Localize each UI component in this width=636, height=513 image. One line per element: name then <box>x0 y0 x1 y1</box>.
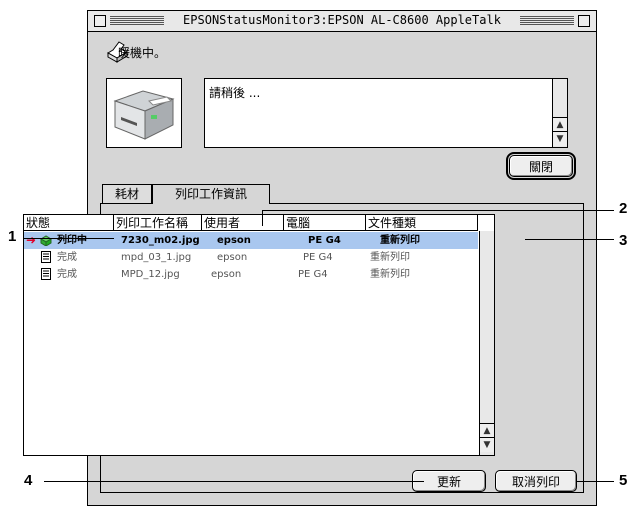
callout-4: 4 <box>24 472 33 489</box>
tab-supplies[interactable]: 耗材 <box>102 184 152 203</box>
callout-3: 3 <box>619 232 628 249</box>
zoom-box-icon[interactable] <box>578 15 590 27</box>
column-header-computer[interactable]: 電腦 <box>284 215 366 231</box>
row-status: 完成 <box>57 269 77 280</box>
table-row[interactable]: ➜ 列印中 7230_m02.jpg epson PE G4 重新列印 <box>24 232 478 249</box>
row-user: epson <box>217 235 251 246</box>
callout-2: 2 <box>619 200 628 217</box>
table-row[interactable]: 完成 mpd_03_1.jpg epson PE G4 重新列印 <box>24 249 478 266</box>
scroll-up-arrow-icon[interactable]: ▲ <box>553 117 567 132</box>
tab-job-info[interactable]: 列印工作資訊 <box>152 184 270 204</box>
row-user: epson <box>217 252 248 263</box>
table-row[interactable]: 完成 MPD_12.jpg epson PE G4 重新列印 <box>24 266 478 283</box>
status-message: 請稍後 ... <box>209 86 261 100</box>
row-computer: PE G4 <box>298 269 328 280</box>
scroll-up-arrow-icon[interactable]: ▲ <box>480 423 494 438</box>
column-header-document-type[interactable]: 文件種類 <box>366 215 478 231</box>
column-header-job-name[interactable]: 列印工作名稱 <box>114 215 202 231</box>
column-header-status[interactable]: 狀態 <box>24 215 114 231</box>
row-job-name: MPD_12.jpg <box>121 269 180 280</box>
message-scrollbar[interactable]: ▲ ▼ <box>552 79 567 147</box>
job-list: 狀態 列印工作名稱 使用者 電腦 文件種類 ➜ 列印中 7230_m02.jpg… <box>23 214 495 456</box>
row-document-type: 重新列印 <box>380 235 420 246</box>
document-icon <box>41 251 51 263</box>
row-user: epson <box>211 269 242 280</box>
column-header-user[interactable]: 使用者 <box>202 215 284 231</box>
callout-line-2 <box>262 210 614 211</box>
row-status: 列印中 <box>57 235 87 246</box>
callout-1: 1 <box>8 228 17 245</box>
callout-5: 5 <box>619 472 628 489</box>
row-computer: PE G4 <box>308 235 341 246</box>
window-title: EPSONStatusMonitor3:EPSON AL-C8600 Apple… <box>164 13 520 27</box>
row-status: 完成 <box>57 252 77 263</box>
close-button[interactable]: 關閉 <box>506 152 576 180</box>
callout-line-5 <box>577 481 614 482</box>
callout-line-2-drop <box>262 210 263 226</box>
row-job-name: 7230_m02.jpg <box>121 235 200 246</box>
row-job-name: mpd_03_1.jpg <box>121 252 192 263</box>
row-document-type: 重新列印 <box>370 252 410 263</box>
title-bar[interactable]: EPSONStatusMonitor3:EPSON AL-C8600 Apple… <box>88 11 596 32</box>
callout-line-3 <box>525 239 614 240</box>
row-computer: PE G4 <box>303 252 333 263</box>
document-icon <box>41 268 51 280</box>
job-list-scrollbar[interactable]: ▲ ▼ <box>479 231 494 455</box>
printing-status-icon <box>40 235 52 246</box>
status-message-box: 請稍後 ... ▲ ▼ <box>204 78 568 148</box>
scroll-down-arrow-icon[interactable]: ▼ <box>480 437 494 452</box>
callout-line-4 <box>44 481 424 482</box>
callout-line-1 <box>24 238 114 239</box>
status-text: 暖機中。 <box>118 46 167 60</box>
printer-image <box>106 78 182 148</box>
arrow-icon: ➜ <box>26 233 37 247</box>
scroll-down-arrow-icon[interactable]: ▼ <box>553 131 567 146</box>
row-document-type: 重新列印 <box>370 269 410 280</box>
close-box-icon[interactable] <box>94 15 106 27</box>
cancel-print-button[interactable]: 取消列印 <box>495 470 577 492</box>
